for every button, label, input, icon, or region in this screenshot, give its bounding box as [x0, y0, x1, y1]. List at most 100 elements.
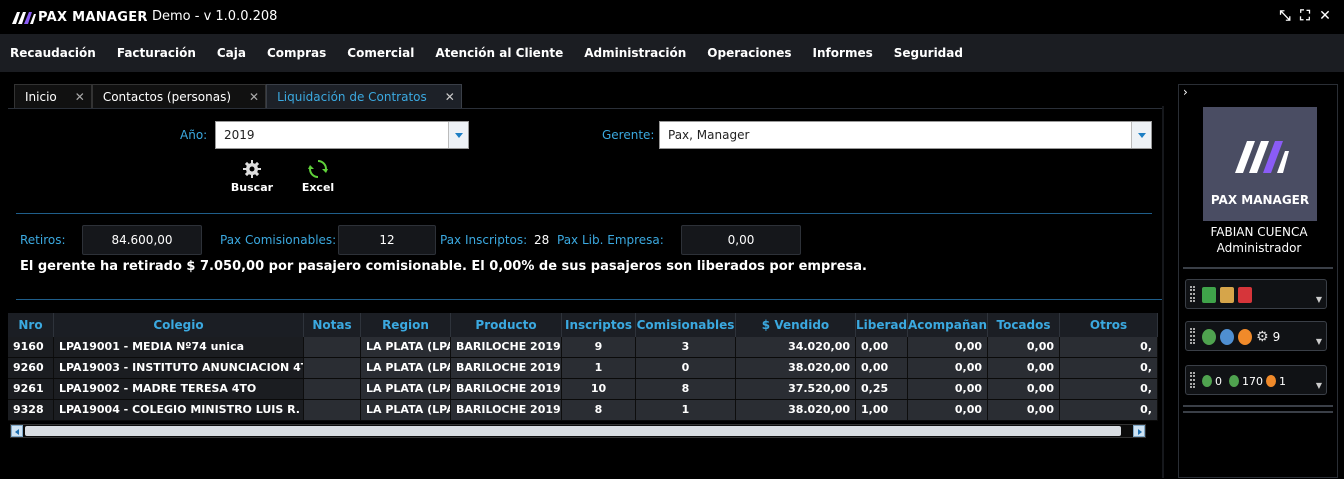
- cell-notas: [304, 379, 361, 399]
- scroll-right-icon[interactable]: [1133, 425, 1145, 437]
- widget-count-a: 0: [1215, 374, 1222, 388]
- table-row[interactable]: 9160 LPA19001 - MEDIA Nº74 unica LA PLAT…: [8, 337, 1158, 358]
- group-icon[interactable]: [1220, 329, 1234, 345]
- tab-strip: Inicio ✕ Contactos (personas) ✕ Liquidac…: [14, 84, 462, 108]
- menu-item-facturacion[interactable]: Facturación: [117, 46, 196, 60]
- menu-item-compras[interactable]: Compras: [267, 46, 326, 60]
- red-folder-icon[interactable]: [1238, 287, 1252, 303]
- green-folder-icon[interactable]: [1202, 287, 1216, 303]
- column-header[interactable]: Nro: [8, 313, 54, 337]
- year-select[interactable]: 2019: [215, 121, 469, 149]
- scroll-left-icon[interactable]: [11, 425, 23, 437]
- cell-liberado: 1,00: [856, 400, 908, 420]
- column-header[interactable]: Inscriptos: [562, 313, 636, 337]
- scrollbar-thumb[interactable]: [25, 426, 1121, 436]
- passengers-widget[interactable]: 0 170 1 ▼: [1185, 365, 1327, 395]
- person-icon: [1229, 375, 1239, 387]
- cell-colegio: LPA19002 - MADRE TERESA 4TO: [54, 379, 304, 399]
- excel-button[interactable]: Excel: [293, 159, 343, 194]
- cell-comisionables: 3: [636, 337, 736, 357]
- gear-icon[interactable]: ⚙: [1256, 329, 1269, 345]
- menu-item-seguridad[interactable]: Seguridad: [894, 46, 963, 60]
- heart-icon[interactable]: [1238, 329, 1252, 345]
- horizontal-scrollbar[interactable]: [10, 424, 1146, 438]
- close-tab-icon[interactable]: ✕: [249, 90, 259, 104]
- cell-acompanantes: 0,00: [908, 358, 988, 378]
- yellow-folder-icon[interactable]: [1220, 287, 1234, 303]
- retiros-value: 84.600,00: [82, 225, 202, 255]
- gear-icon: [243, 160, 261, 178]
- cell-nro: 9160: [8, 337, 54, 357]
- chevron-down-icon[interactable]: ▼: [1316, 337, 1322, 346]
- collapse-icon[interactable]: ⤡: [1278, 8, 1292, 24]
- cell-inscriptos: 1: [562, 358, 636, 378]
- cell-nro: 9260: [8, 358, 54, 378]
- inscriptos-label: Pax Inscriptos:: [440, 233, 528, 247]
- tab-inicio[interactable]: Inicio ✕: [14, 84, 92, 108]
- menu-item-operaciones[interactable]: Operaciones: [707, 46, 791, 60]
- cell-comisionables: 1: [636, 400, 736, 420]
- menu-item-recaudacion[interactable]: Recaudación: [10, 46, 96, 60]
- table-row[interactable]: 9261 LPA19002 - MADRE TERESA 4TO LA PLAT…: [8, 379, 1158, 400]
- chevron-down-icon[interactable]: ▼: [1316, 295, 1322, 304]
- year-label: Año:: [180, 128, 208, 142]
- cell-region: LA PLATA (LPA): [361, 400, 451, 420]
- cell-region: LA PLATA (LPA): [361, 358, 451, 378]
- cell-comisionables: 8: [636, 379, 736, 399]
- cell-colegio: LPA19004 - COLEGIO MINISTRO LUIS R. MAC …: [54, 400, 304, 420]
- column-header[interactable]: Acompañantes: [908, 313, 988, 337]
- close-tab-icon[interactable]: ✕: [75, 90, 85, 104]
- search-button[interactable]: Buscar: [227, 159, 277, 194]
- user-role: Administrador: [1216, 241, 1302, 255]
- drag-handle-icon[interactable]: [1190, 328, 1195, 344]
- menu-item-atencion-cliente[interactable]: Atención al Cliente: [435, 46, 563, 60]
- cell-vendido: 34.020,00: [736, 337, 856, 357]
- widget-items: 0 170 1: [1202, 370, 1286, 392]
- table-row[interactable]: 9260 LPA19003 - INSTITUTO ANUNCIACION 4T…: [8, 358, 1158, 379]
- chevron-down-icon[interactable]: [1131, 122, 1151, 148]
- chevron-down-icon[interactable]: ▼: [1316, 381, 1322, 390]
- cell-otros: 0,: [1060, 358, 1158, 378]
- column-header[interactable]: Colegio: [54, 313, 304, 337]
- column-header[interactable]: Tocados: [988, 313, 1060, 337]
- contacts-widget[interactable]: ⚙ 9 ▼: [1185, 321, 1327, 351]
- close-icon[interactable]: ✕: [1318, 8, 1332, 24]
- column-header[interactable]: $ Vendido: [736, 313, 856, 337]
- tab-contactos[interactable]: Contactos (personas) ✕: [91, 84, 267, 108]
- cell-tocados: 0,00: [988, 379, 1060, 399]
- menu-item-comercial[interactable]: Comercial: [347, 46, 414, 60]
- column-header[interactable]: Liberado: [856, 313, 908, 337]
- column-header[interactable]: Otros: [1060, 313, 1158, 337]
- chevron-down-icon[interactable]: [448, 122, 468, 148]
- menu-item-caja[interactable]: Caja: [217, 46, 246, 60]
- fullscreen-icon[interactable]: ⛶: [1298, 8, 1312, 24]
- table-row[interactable]: 9328 LPA19004 - COLEGIO MINISTRO LUIS R.…: [8, 400, 1158, 421]
- person-icon[interactable]: [1202, 329, 1216, 345]
- cell-region: LA PLATA (LPA): [361, 379, 451, 399]
- drag-handle-icon[interactable]: [1190, 372, 1195, 388]
- summary-message: El gerente ha retirado $ 7.050,00 por pa…: [20, 259, 867, 274]
- cell-comisionables: 0: [636, 358, 736, 378]
- avatar-logo-text: PAX MANAGER: [1210, 193, 1310, 207]
- column-header[interactable]: Region: [361, 313, 451, 337]
- drag-handle-icon[interactable]: [1190, 286, 1195, 302]
- close-tab-icon[interactable]: ✕: [445, 90, 455, 104]
- menu-item-informes[interactable]: Informes: [813, 46, 873, 60]
- column-header[interactable]: Notas: [304, 313, 361, 337]
- documents-widget[interactable]: ▼: [1185, 279, 1327, 309]
- cell-inscriptos: 9: [562, 337, 636, 357]
- column-header[interactable]: Producto: [451, 313, 562, 337]
- tab-liquidacion-contratos[interactable]: Liquidación de Contratos ✕: [266, 84, 462, 108]
- cell-vendido: 38.020,00: [736, 400, 856, 420]
- lib-empresa-label: Pax Lib. Empresa:: [557, 233, 664, 247]
- menu-item-administracion[interactable]: Administración: [584, 46, 686, 60]
- manager-select[interactable]: Pax, Manager: [659, 121, 1152, 149]
- tab-label: Inicio: [25, 89, 57, 104]
- chevron-right-icon[interactable]: ›: [1183, 85, 1188, 99]
- column-header[interactable]: Comisionables: [636, 313, 736, 337]
- tab-label: Liquidación de Contratos: [277, 89, 427, 104]
- separator: [16, 213, 1152, 214]
- cell-liberado: 0,00: [856, 358, 908, 378]
- separator: [16, 299, 1164, 300]
- widget-count: 9: [1272, 330, 1281, 344]
